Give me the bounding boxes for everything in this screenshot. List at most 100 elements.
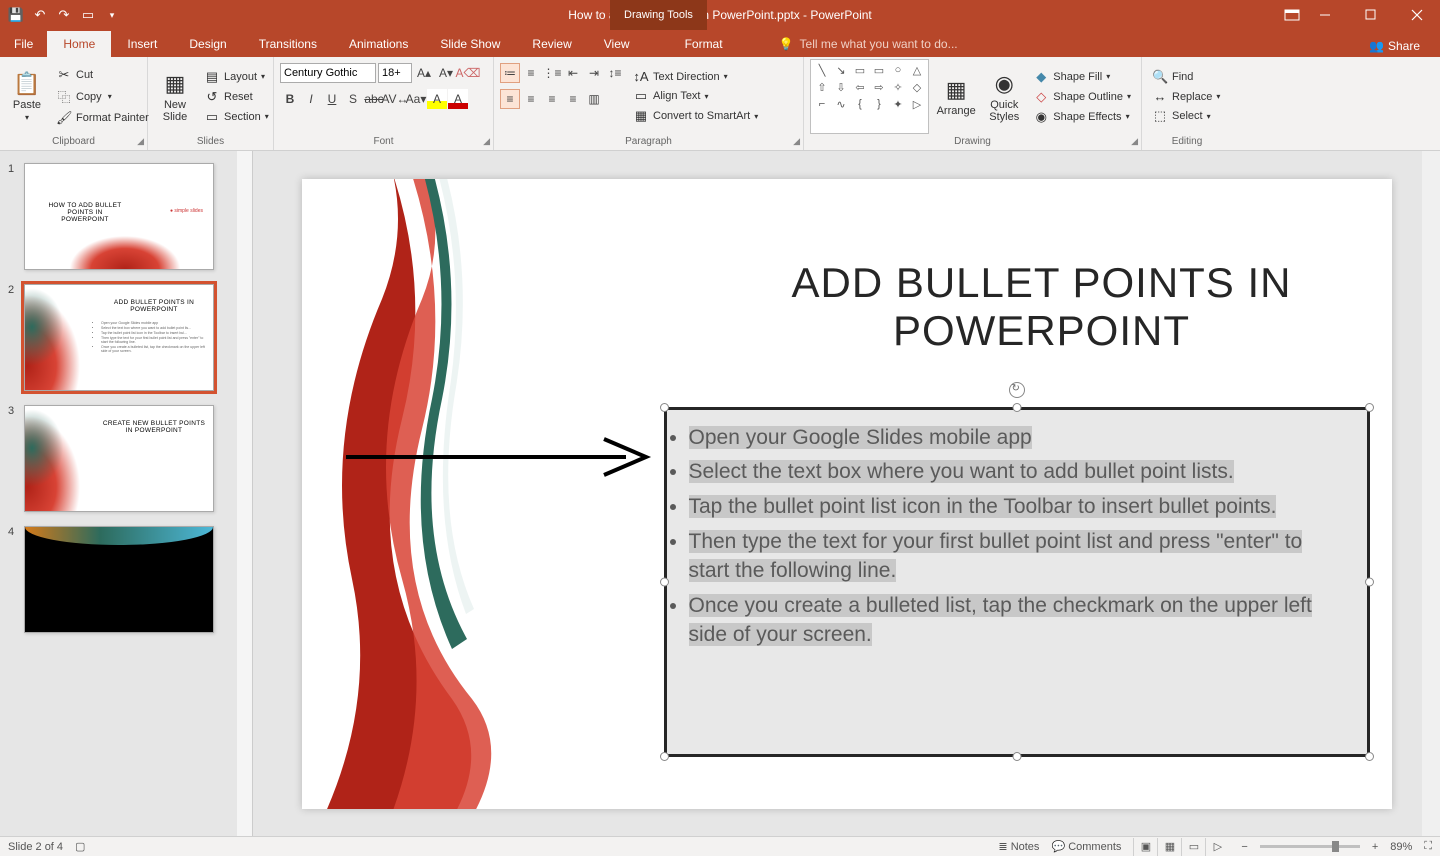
shape-oval-icon[interactable]: ○ <box>889 62 907 78</box>
new-slide-button[interactable]: ▦ New Slide <box>154 59 196 134</box>
align-center-button[interactable]: ≡ <box>521 89 541 109</box>
line-spacing-button[interactable]: ↕≡ <box>605 63 625 83</box>
shape-brace-r-icon[interactable]: } <box>870 96 888 112</box>
bullet-item[interactable]: Select the text box where you want to ad… <box>689 458 1345 487</box>
highlight-button[interactable]: A <box>427 89 447 109</box>
paragraph-launcher-icon[interactable]: ◢ <box>793 136 800 147</box>
slideshow-view-button[interactable]: ▷ <box>1205 838 1229 856</box>
undo-icon[interactable]: ↶ <box>32 7 48 23</box>
shape-action-icon[interactable]: ▷ <box>908 96 926 112</box>
bullet-list[interactable]: Open your Google Slides mobile app Selec… <box>667 410 1367 671</box>
slide-counter[interactable]: Slide 2 of 4 <box>8 841 63 853</box>
tab-design[interactable]: Design <box>173 31 242 57</box>
slide-editor[interactable]: ADD BULLET POINTS IN POWERPOINT <box>237 151 1440 836</box>
rotate-handle[interactable] <box>1009 382 1025 398</box>
clear-formatting-icon[interactable]: A⌫ <box>458 63 478 83</box>
slide-title[interactable]: ADD BULLET POINTS IN POWERPOINT <box>752 259 1332 355</box>
shape-effects-button[interactable]: ◉Shape Effects▾ <box>1029 108 1135 126</box>
drawing-launcher-icon[interactable]: ◢ <box>1131 136 1138 147</box>
shape-triangle-icon[interactable]: △ <box>908 62 926 78</box>
shape-arrow-down-icon[interactable]: ⇩ <box>832 79 850 95</box>
multilevel-list-button[interactable]: ⋮≡ <box>542 63 562 83</box>
font-color-button[interactable]: A <box>448 89 468 109</box>
shapes-gallery[interactable]: ╲ ↘ ▭ ▭ ○ △ ⇧ ⇩ ⇦ ⇨ ✧ ◇ ⌐ ∿ { } ✦ ▷ <box>810 59 929 134</box>
redo-icon[interactable]: ↷ <box>56 7 72 23</box>
shape-curve-icon[interactable]: ∿ <box>832 96 850 112</box>
share-button[interactable]: 👥 Share <box>1359 35 1430 57</box>
comments-button[interactable]: 💬 Comments <box>1051 840 1121 853</box>
shape-star-icon[interactable]: ✧ <box>889 79 907 95</box>
layout-button[interactable]: ▤Layout▾ <box>200 68 273 86</box>
columns-button[interactable]: ▥ <box>584 89 604 109</box>
shape-rect-icon[interactable]: ▭ <box>851 62 869 78</box>
vertical-scrollbar[interactable] <box>1422 151 1440 836</box>
tab-view[interactable]: View <box>588 31 646 57</box>
find-button[interactable]: 🔍Find <box>1148 68 1224 86</box>
shape-callout-icon[interactable]: ◇ <box>908 79 926 95</box>
ribbon-display-options-icon[interactable] <box>1284 0 1300 30</box>
decrease-font-icon[interactable]: A▾ <box>436 63 456 83</box>
shape-connector-icon[interactable]: ⌐ <box>813 96 831 112</box>
bullet-item[interactable]: Once you create a bulleted list, tap the… <box>689 592 1345 650</box>
slide-canvas[interactable]: ADD BULLET POINTS IN POWERPOINT <box>302 179 1392 809</box>
shape-arrow-up-icon[interactable]: ⇧ <box>813 79 831 95</box>
bullet-item[interactable]: Open your Google Slides mobile app <box>689 424 1345 453</box>
italic-button[interactable]: I <box>301 89 321 109</box>
tab-transitions[interactable]: Transitions <box>243 31 333 57</box>
select-button[interactable]: ⬚Select▾ <box>1148 107 1224 125</box>
normal-view-button[interactable]: ▣ <box>1133 838 1157 856</box>
align-left-button[interactable]: ≡ <box>500 89 520 109</box>
quick-styles-button[interactable]: ◉ Quick Styles <box>983 59 1025 134</box>
zoom-slider[interactable] <box>1260 845 1360 848</box>
cut-button[interactable]: ✂Cut <box>52 66 153 84</box>
zoom-in-button[interactable]: + <box>1372 841 1378 853</box>
bullet-item[interactable]: Tap the bullet point list icon in the To… <box>689 493 1345 522</box>
numbering-button[interactable]: ≡ <box>521 63 541 83</box>
increase-indent-button[interactable]: ⇥ <box>584 63 604 83</box>
reading-view-button[interactable]: ▭ <box>1181 838 1205 856</box>
minimize-button[interactable] <box>1302 0 1348 30</box>
thumbnail-2[interactable]: 2 ADD BULLET POINTS IN POWERPOINT Open y… <box>8 284 229 391</box>
zoom-thumb[interactable] <box>1332 841 1339 852</box>
thumb-preview[interactable]: ADD BULLET POINTS IN POWERPOINT Open you… <box>24 284 214 391</box>
thumb-preview[interactable]: CREATE NEW BULLET POINTS IN POWERPOINT <box>24 405 214 512</box>
shape-arrow-right-icon[interactable]: ⇨ <box>870 79 888 95</box>
qat-more-icon[interactable]: ▾ <box>104 7 120 23</box>
resize-handle[interactable] <box>1012 752 1021 761</box>
thumb-preview[interactable]: HOW TO ADD BULLET POINTS IN POWERPOINT ●… <box>24 163 214 270</box>
paste-button[interactable]: 📋 Paste ▾ <box>6 59 48 134</box>
tab-animations[interactable]: Animations <box>333 31 424 57</box>
tab-slideshow[interactable]: Slide Show <box>424 31 516 57</box>
sorter-view-button[interactable]: ▦ <box>1157 838 1181 856</box>
thumbnail-3[interactable]: 3 CREATE NEW BULLET POINTS IN POWERPOINT <box>8 405 229 512</box>
zoom-level[interactable]: 89% <box>1390 841 1412 853</box>
thumbnail-4[interactable]: 4 <box>8 526 229 633</box>
shape-rect2-icon[interactable]: ▭ <box>870 62 888 78</box>
font-name-select[interactable]: Century Gothic <box>280 63 376 83</box>
shape-outline-button[interactable]: ◇Shape Outline▾ <box>1029 88 1135 106</box>
copy-button[interactable]: ⿻Copy▾ <box>52 86 153 107</box>
convert-smartart-button[interactable]: ▦Convert to SmartArt▾ <box>629 107 762 125</box>
content-textbox[interactable]: Open your Google Slides mobile app Selec… <box>664 407 1370 757</box>
spell-check-icon[interactable]: ▢ <box>75 840 85 853</box>
thumb-preview[interactable] <box>24 526 214 633</box>
zoom-out-button[interactable]: − <box>1241 841 1247 853</box>
align-text-button[interactable]: ▭Align Text▾ <box>629 87 762 105</box>
bold-button[interactable]: B <box>280 89 300 109</box>
align-right-button[interactable]: ≡ <box>542 89 562 109</box>
increase-font-icon[interactable]: A▴ <box>414 63 434 83</box>
maximize-button[interactable] <box>1348 0 1394 30</box>
font-launcher-icon[interactable]: ◢ <box>483 136 490 147</box>
close-button[interactable] <box>1394 0 1440 30</box>
format-painter-button[interactable]: 🖌Format Painter <box>52 109 153 127</box>
shape-line-icon[interactable]: ╲ <box>813 62 831 78</box>
shape-brace-l-icon[interactable]: { <box>851 96 869 112</box>
resize-handle[interactable] <box>1365 752 1374 761</box>
justify-button[interactable]: ≡ <box>563 89 583 109</box>
notes-button[interactable]: ≣ Notes <box>998 840 1039 853</box>
shape-line-arrow-icon[interactable]: ↘ <box>832 62 850 78</box>
thumbnail-1[interactable]: 1 HOW TO ADD BULLET POINTS IN POWERPOINT… <box>8 163 229 270</box>
file-tab[interactable]: File <box>0 31 47 57</box>
clipboard-launcher-icon[interactable]: ◢ <box>137 136 144 147</box>
change-case-button[interactable]: Aa▾ <box>406 89 426 109</box>
